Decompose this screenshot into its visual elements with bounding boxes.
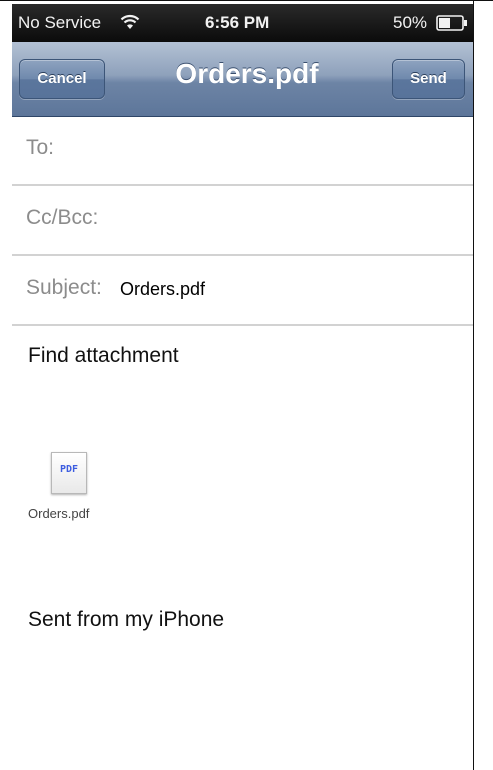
attachment[interactable]: PDF Orders.pdf: [28, 452, 138, 532]
message-body[interactable]: Find attachment: [28, 344, 179, 368]
frame-top-line: [0, 0, 493, 1]
battery-icon: [436, 15, 467, 31]
carrier-label: No Service: [18, 13, 102, 32]
subject-value[interactable]: Orders.pdf: [120, 279, 205, 300]
to-label: To:: [26, 136, 55, 159]
page-title: Orders.pdf: [175, 58, 319, 89]
mail-compose-screen: No Service 6:56 PM 50% Cancel Orders.pdf…: [12, 4, 473, 770]
battery-percent: 50%: [393, 13, 428, 32]
to-field[interactable]: To:: [12, 116, 473, 186]
status-bar: No Service 6:56 PM 50%: [12, 4, 473, 42]
subject-field[interactable]: Subject: Orders.pdf: [12, 256, 473, 326]
frame-right-line: [473, 0, 474, 770]
subject-label: Subject:: [26, 276, 102, 299]
wifi-icon: [120, 14, 140, 29]
cc-bcc-label: Cc/Bcc:: [26, 206, 99, 229]
cc-bcc-field[interactable]: Cc/Bcc:: [12, 186, 473, 256]
signature[interactable]: Sent from my iPhone: [28, 608, 224, 632]
navigation-bar: Cancel Orders.pdf Send: [12, 42, 473, 117]
cancel-button[interactable]: Cancel: [19, 59, 105, 99]
pdf-file-icon[interactable]: PDF: [51, 452, 87, 494]
send-button[interactable]: Send: [392, 59, 465, 99]
attachment-filename: Orders.pdf: [28, 506, 90, 521]
clock: 6:56 PM: [205, 13, 270, 32]
pdf-icon-label: PDF: [59, 464, 79, 475]
